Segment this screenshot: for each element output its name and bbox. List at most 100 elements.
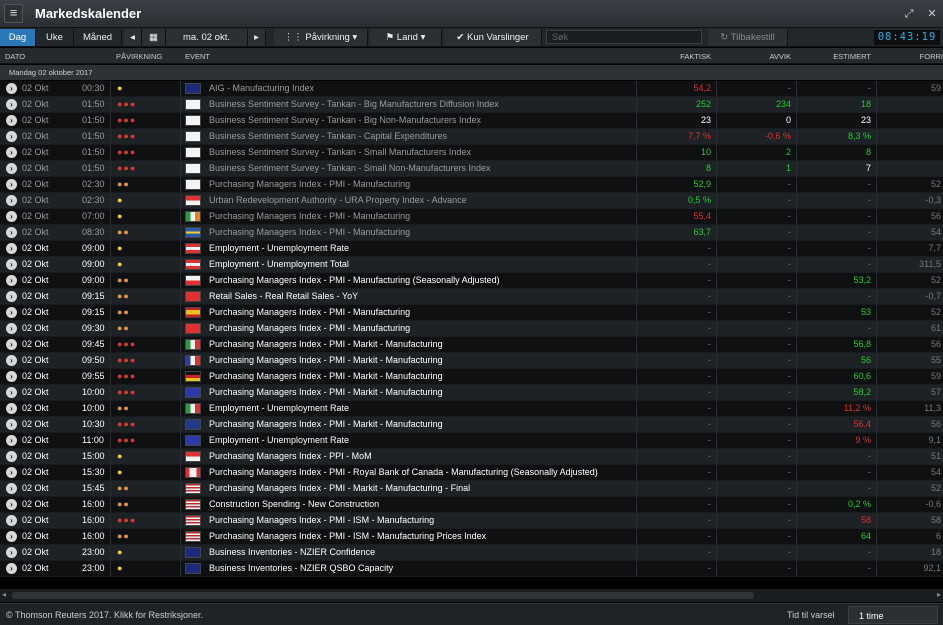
expand-row-icon[interactable]: ›	[6, 451, 17, 462]
row-event[interactable]: Employment - Unemployment Rate	[209, 401, 349, 416]
expand-row-icon[interactable]: ›	[6, 179, 17, 190]
row-event[interactable]: Purchasing Managers Index - PMI - Manufa…	[209, 225, 410, 240]
table-row[interactable]: › 02 Okt 01:50 ●●● Business Sentiment Survey…	[0, 129, 943, 145]
expand-row-icon[interactable]: ›	[6, 467, 17, 478]
table-row[interactable]: › 02 Okt 09:30 ●● Purchasing Managers Index …	[0, 321, 943, 337]
alerts-only-toggle[interactable]: ✔ Kun Varslinger	[444, 29, 542, 46]
expand-row-icon[interactable]: ›	[6, 211, 17, 222]
table-row[interactable]: › 02 Okt 01:50 ●●● Business Sentiment Survey…	[0, 113, 943, 129]
expand-row-icon[interactable]: ›	[6, 275, 17, 286]
next-date-icon[interactable]: ▸	[248, 29, 266, 46]
expand-row-icon[interactable]: ›	[6, 323, 17, 334]
row-event[interactable]: Business Inventories - NZIER QSBO Capaci…	[209, 561, 393, 576]
table-row[interactable]: › 02 Okt 00:30 ● AIG - Manufacturing Index 54…	[0, 81, 943, 97]
expand-row-icon[interactable]: ›	[6, 291, 17, 302]
expand-row-icon[interactable]: ›	[6, 403, 17, 414]
table-row[interactable]: › 02 Okt 09:00 ● Employment - Unemployment T…	[0, 257, 943, 273]
table-row[interactable]: › 02 Okt 23:00 ● Business Inventories - NZIE…	[0, 545, 943, 561]
row-event[interactable]: Purchasing Managers Index - PMI - Markit…	[209, 369, 443, 384]
row-event[interactable]: Purchasing Managers Index - PMI - Manufa…	[209, 209, 410, 224]
table-row[interactable]: › 02 Okt 09:50 ●●● Purchasing Managers Index…	[0, 353, 943, 369]
col-event[interactable]: EVENT	[185, 52, 210, 61]
row-event[interactable]: Business Sentiment Survey - Tankan - Big…	[209, 113, 481, 128]
expand-row-icon[interactable]: ›	[6, 387, 17, 398]
row-event[interactable]: Purchasing Managers Index - PMI - Manufa…	[209, 177, 410, 192]
expand-icon[interactable]: ⤢	[902, 7, 916, 21]
copyright-link[interactable]: © Thomson Reuters 2017. Klikk for Restri…	[6, 604, 203, 625]
row-event[interactable]: Construction Spending - New Construction	[209, 497, 379, 512]
expand-row-icon[interactable]: ›	[6, 339, 17, 350]
row-event[interactable]: Purchasing Managers Index - PMI - Royal …	[209, 465, 598, 480]
row-event[interactable]: Purchasing Managers Index - PPI - MoM	[209, 449, 372, 464]
row-event[interactable]: Purchasing Managers Index - PMI - Manufa…	[209, 273, 500, 288]
row-event[interactable]: Retail Sales - Real Retail Sales - YoY	[209, 289, 358, 304]
col-actual[interactable]: FAKTISK	[680, 52, 711, 61]
table-row[interactable]: › 02 Okt 09:55 ●●● Purchasing Managers Index…	[0, 369, 943, 385]
expand-row-icon[interactable]: ›	[6, 99, 17, 110]
row-event[interactable]: Purchasing Managers Index - PMI - Markit…	[209, 385, 443, 400]
row-event[interactable]: AIG - Manufacturing Index	[209, 81, 314, 96]
table-row[interactable]: › 02 Okt 02:30 ●● Purchasing Managers Index …	[0, 177, 943, 193]
reset-button[interactable]: ↻ Tilbakestill	[708, 29, 788, 46]
table-row[interactable]: › 02 Okt 01:50 ●●● Business Sentiment Survey…	[0, 97, 943, 113]
table-row[interactable]: › 02 Okt 16:00 ●●● Purchasing Managers Index…	[0, 513, 943, 529]
expand-row-icon[interactable]: ›	[6, 163, 17, 174]
row-event[interactable]: Business Sentiment Survey - Tankan - Cap…	[209, 129, 447, 144]
row-event[interactable]: Employment - Unemployment Rate	[209, 241, 349, 256]
table-row[interactable]: › 02 Okt 07:00 ● Purchasing Managers Index -…	[0, 209, 943, 225]
expand-row-icon[interactable]: ›	[6, 131, 17, 142]
col-previous[interactable]: FORRI	[920, 52, 943, 61]
expand-row-icon[interactable]: ›	[6, 83, 17, 94]
table-row[interactable]: › 02 Okt 09:00 ●● Purchasing Managers Index …	[0, 273, 943, 289]
expand-row-icon[interactable]: ›	[6, 147, 17, 158]
calendar-icon[interactable]: ▦	[142, 29, 166, 46]
row-event[interactable]: Employment - Unemployment Rate	[209, 433, 349, 448]
tab-month[interactable]: Måned	[74, 29, 122, 46]
table-row[interactable]: › 02 Okt 10:30 ●●● Purchasing Managers Index…	[0, 417, 943, 433]
expand-row-icon[interactable]: ›	[6, 483, 17, 494]
expand-row-icon[interactable]: ›	[6, 563, 17, 574]
col-deviation[interactable]: AVVIK	[769, 52, 791, 61]
expand-row-icon[interactable]: ›	[6, 419, 17, 430]
scroll-thumb[interactable]	[12, 592, 754, 599]
expand-row-icon[interactable]: ›	[6, 307, 17, 318]
expand-row-icon[interactable]: ›	[6, 547, 17, 558]
col-estimated[interactable]: ESTIMERT	[833, 52, 871, 61]
row-event[interactable]: Business Sentiment Survey - Tankan - Sma…	[209, 161, 490, 176]
scroll-right-icon[interactable]: ▸	[937, 590, 941, 599]
table-row[interactable]: › 02 Okt 09:00 ● Employment - Unemployment R…	[0, 241, 943, 257]
impact-filter[interactable]: ⋮⋮ Påvirkning ▾	[274, 29, 368, 46]
horizontal-scrollbar[interactable]: ◂ ▸	[0, 589, 943, 602]
table-row[interactable]: › 02 Okt 09:15 ●● Purchasing Managers Index …	[0, 305, 943, 321]
row-event[interactable]: Purchasing Managers Index - PMI - Markit…	[209, 353, 443, 368]
row-event[interactable]: Purchasing Managers Index - PMI - ISM - …	[209, 513, 434, 528]
expand-row-icon[interactable]: ›	[6, 371, 17, 382]
table-row[interactable]: › 02 Okt 15:00 ● Purchasing Managers Index -…	[0, 449, 943, 465]
row-event[interactable]: Purchasing Managers Index - PMI - Markit…	[209, 417, 443, 432]
alert-time-select[interactable]: 1 time	[848, 606, 938, 624]
tab-week[interactable]: Uke	[36, 29, 74, 46]
expand-row-icon[interactable]: ›	[6, 355, 17, 366]
expand-row-icon[interactable]: ›	[6, 243, 17, 254]
row-event[interactable]: Purchasing Managers Index - PMI - ISM - …	[209, 529, 486, 544]
row-event[interactable]: Purchasing Managers Index - PMI - Markit…	[209, 337, 443, 352]
table-row[interactable]: › 02 Okt 23:00 ● Business Inventories - NZIE…	[0, 561, 943, 577]
expand-row-icon[interactable]: ›	[6, 531, 17, 542]
row-event[interactable]: Business Sentiment Survey - Tankan - Big…	[209, 97, 499, 112]
row-event[interactable]: Business Inventories - NZIER Confidence	[209, 545, 375, 560]
row-event[interactable]: Purchasing Managers Index - PMI - Markit…	[209, 481, 470, 496]
col-date[interactable]: DATO	[5, 52, 25, 61]
expand-row-icon[interactable]: ›	[6, 115, 17, 126]
close-icon[interactable]: ✕	[925, 7, 939, 21]
table-row[interactable]: › 02 Okt 01:50 ●●● Business Sentiment Survey…	[0, 161, 943, 177]
expand-row-icon[interactable]: ›	[6, 515, 17, 526]
country-filter[interactable]: ⚑ Land ▾	[370, 29, 442, 46]
table-row[interactable]: › 02 Okt 10:00 ●●● Purchasing Managers Index…	[0, 385, 943, 401]
prev-date-icon[interactable]: ◂	[124, 29, 142, 46]
table-row[interactable]: › 02 Okt 02:30 ● Urban Redevelopment Authori…	[0, 193, 943, 209]
table-row[interactable]: › 02 Okt 16:00 ●● Purchasing Managers Index …	[0, 529, 943, 545]
table-row[interactable]: › 02 Okt 11:00 ●●● Employment - Unemployment…	[0, 433, 943, 449]
date-display[interactable]: ma. 02 okt.	[166, 29, 248, 46]
expand-row-icon[interactable]: ›	[6, 435, 17, 446]
row-event[interactable]: Urban Redevelopment Authority - URA Prop…	[209, 193, 467, 208]
